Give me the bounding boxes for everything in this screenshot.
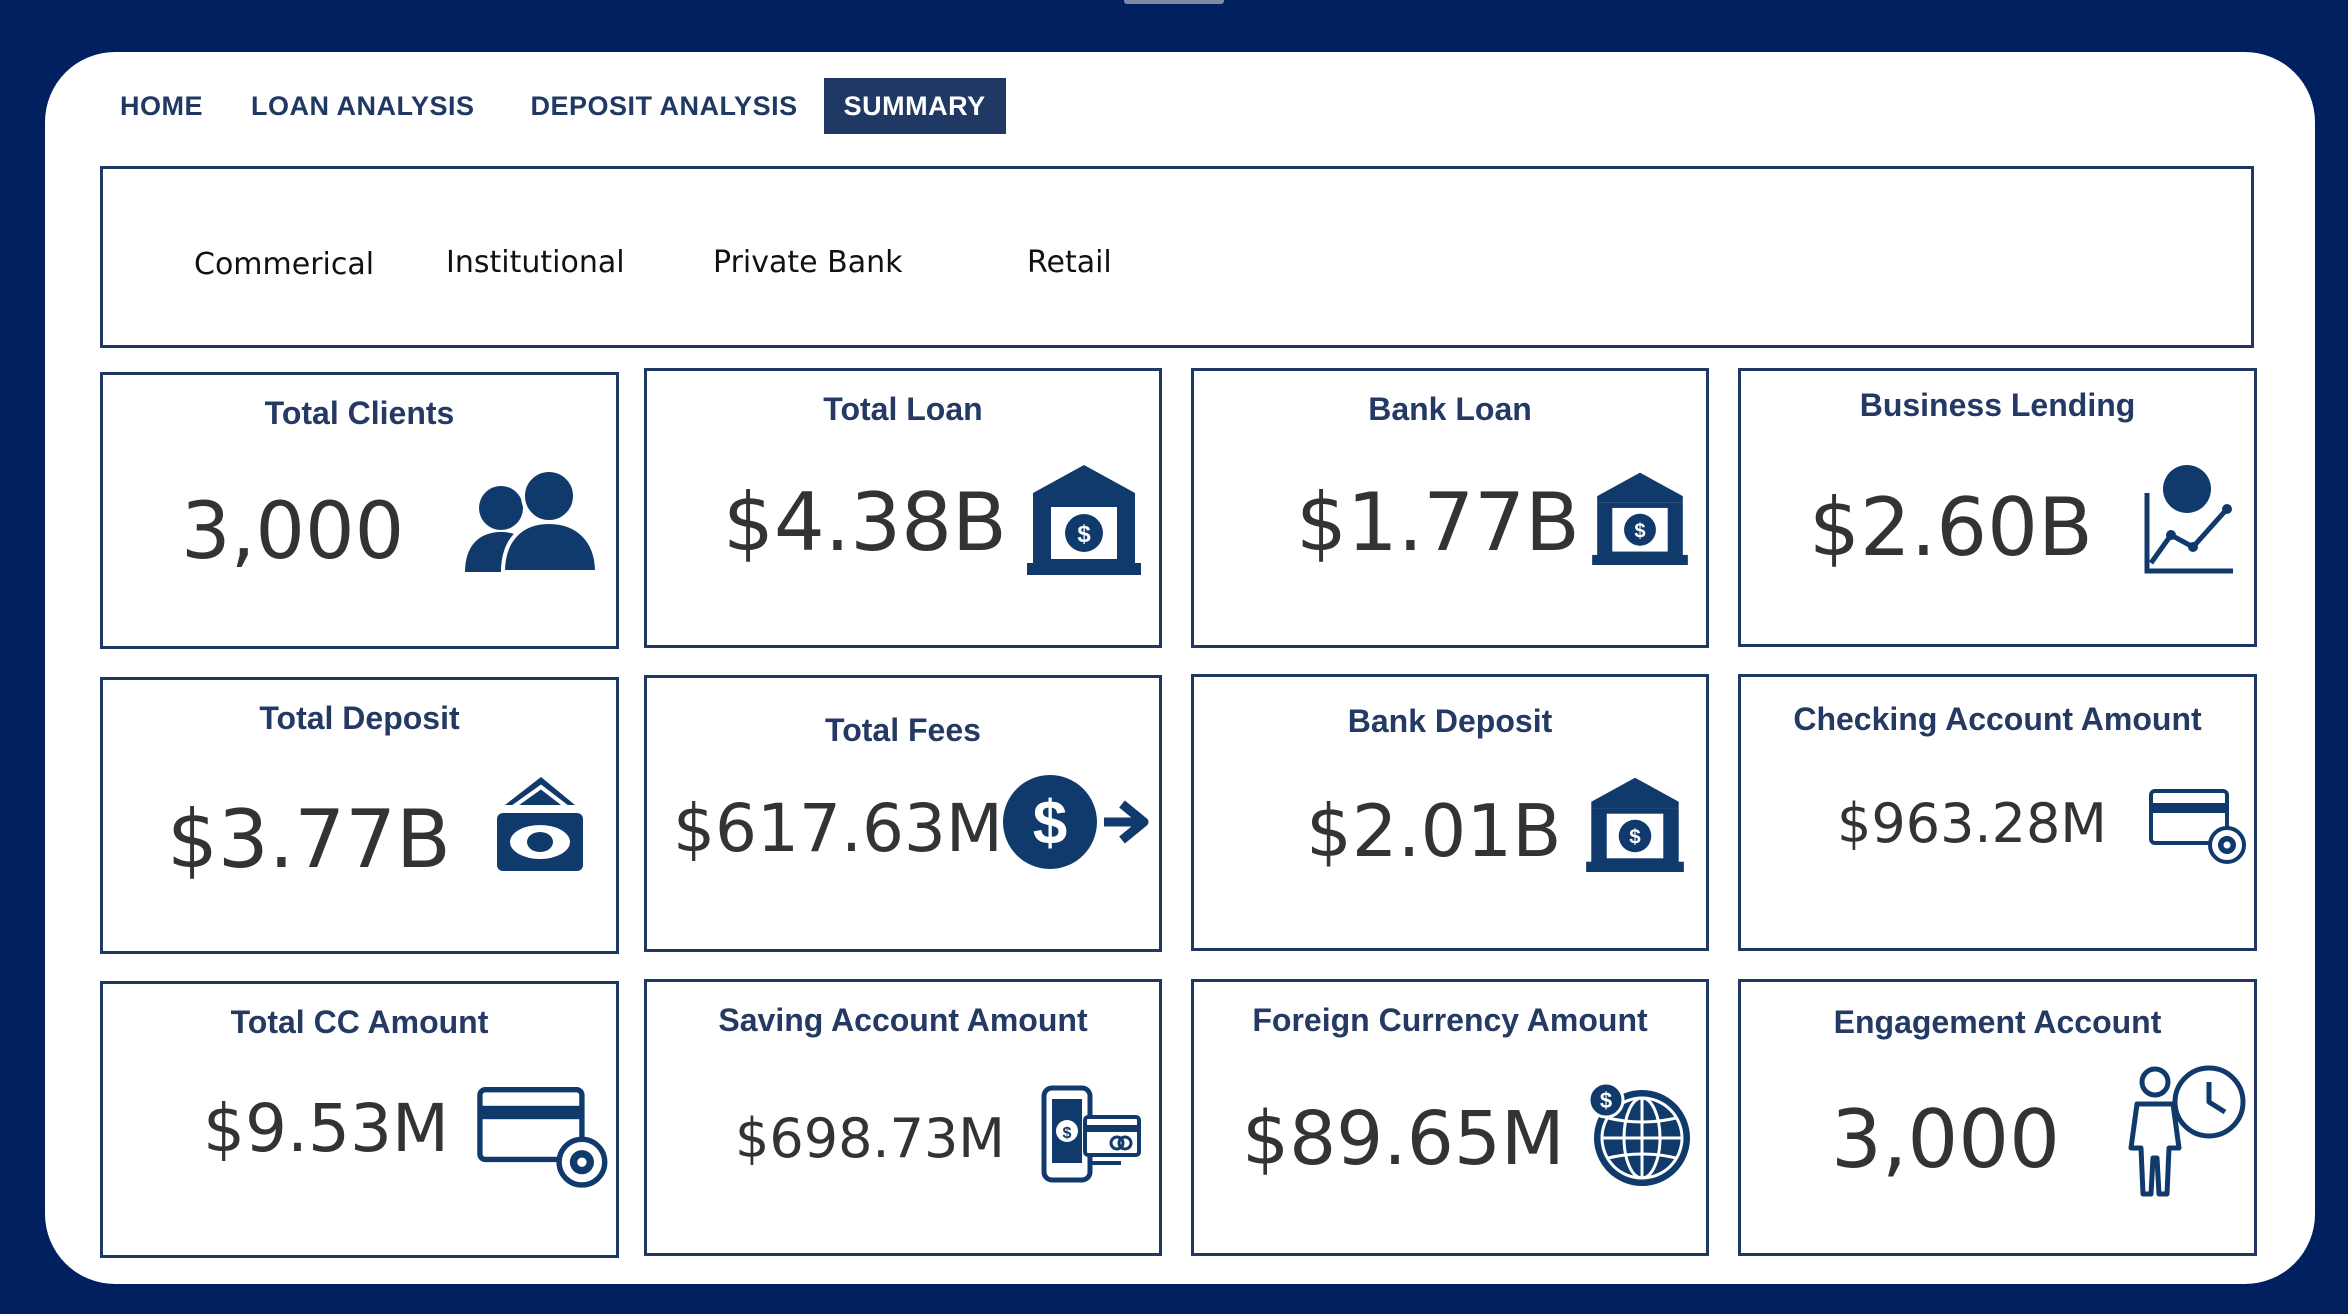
kpi-title: Bank Deposit bbox=[1347, 703, 1553, 739]
kpi-title: Total Deposit bbox=[259, 700, 460, 736]
kpi-title: Saving Account Amount bbox=[718, 1002, 1088, 1038]
kpi-card-total-clients: Total Clients 3,000 bbox=[100, 372, 619, 649]
cash-icon bbox=[495, 775, 585, 875]
kpi-value: $1.77B bbox=[1296, 476, 1580, 569]
card-gear-icon bbox=[2149, 789, 2247, 865]
segment-filter-bar: Commerical Institutional Private Bank Re… bbox=[100, 166, 2254, 348]
person-clock-icon bbox=[2121, 1064, 2249, 1198]
filter-institutional[interactable]: Institutional bbox=[446, 245, 625, 280]
svg-text:$: $ bbox=[1077, 521, 1091, 548]
kpi-value: $3.77B bbox=[167, 793, 451, 886]
kpi-card-total-deposit: Total Deposit $3.77B bbox=[100, 677, 619, 954]
kpi-title: Total CC Amount bbox=[230, 1004, 489, 1040]
dollar-arrow-icon: $ bbox=[1002, 772, 1152, 872]
top-navigation: HOME LOAN ANALYSIS DEPOSIT ANALYSIS SUMM… bbox=[100, 78, 1006, 134]
filter-private-bank[interactable]: Private Bank bbox=[713, 245, 902, 280]
bank-icon: $ bbox=[1586, 776, 1684, 872]
filter-retail[interactable]: Retail bbox=[1027, 245, 1112, 280]
kpi-value: $89.65M bbox=[1242, 1096, 1565, 1182]
kpi-value: $2.01B bbox=[1306, 789, 1562, 873]
kpi-value: $4.38B bbox=[723, 476, 1007, 569]
users-icon bbox=[461, 466, 601, 576]
kpi-value: $963.28M bbox=[1837, 792, 2107, 855]
mobile-payment-icon: $ bbox=[1041, 1085, 1141, 1185]
kpi-value: $9.53M bbox=[203, 1090, 449, 1167]
kpi-title: Engagement Account bbox=[1833, 1004, 2162, 1040]
kpi-title: Total Clients bbox=[264, 395, 455, 431]
tab-home[interactable]: HOME bbox=[100, 78, 223, 134]
kpi-title: Total Loan bbox=[823, 391, 983, 427]
kpi-value: $698.73M bbox=[735, 1107, 1005, 1170]
kpi-card-total-cc-amount: Total CC Amount $9.53M bbox=[100, 981, 619, 1258]
window-top-handle bbox=[1124, 0, 1224, 4]
kpi-title: Checking Account Amount bbox=[1793, 701, 2202, 737]
kpi-value: $2.60B bbox=[1809, 481, 2093, 574]
svg-text:$: $ bbox=[1600, 1088, 1612, 1113]
bank-icon: $ bbox=[1592, 471, 1688, 565]
svg-text:$: $ bbox=[1634, 520, 1645, 542]
kpi-title: Total Fees bbox=[825, 712, 981, 748]
kpi-value: 3,000 bbox=[1831, 1093, 2061, 1186]
kpi-card-foreign-currency-amount: Foreign Currency Amount $89.65M $ bbox=[1191, 979, 1709, 1256]
tab-deposit-analysis[interactable]: DEPOSIT ANALYSIS bbox=[511, 78, 818, 134]
card-gear-icon bbox=[475, 1087, 611, 1189]
tab-summary[interactable]: SUMMARY bbox=[823, 78, 1006, 134]
bank-icon: $ bbox=[1027, 463, 1141, 575]
kpi-card-engagement-account: Engagement Account 3,000 bbox=[1738, 979, 2257, 1256]
kpi-card-total-loan: Total Loan $4.38B $ bbox=[644, 368, 1162, 648]
svg-text:$: $ bbox=[1629, 826, 1641, 849]
kpi-title: Business Lending bbox=[1859, 387, 2136, 423]
filter-commercial[interactable]: Commerical bbox=[194, 247, 374, 282]
kpi-card-bank-loan: Bank Loan $1.77B $ bbox=[1191, 368, 1709, 648]
kpi-value: 3,000 bbox=[181, 487, 405, 577]
kpi-card-business-lending: Business Lending $2.60B bbox=[1738, 368, 2257, 647]
kpi-title: Foreign Currency Amount bbox=[1252, 1002, 1648, 1038]
growth-chart-icon bbox=[2141, 463, 2237, 579]
kpi-card-saving-account-amount: Saving Account Amount $698.73M $ bbox=[644, 979, 1162, 1256]
tab-loan-analysis[interactable]: LOAN ANALYSIS bbox=[231, 78, 495, 134]
kpi-value: $617.63M bbox=[673, 790, 1003, 867]
svg-text:$: $ bbox=[1033, 789, 1067, 858]
kpi-card-checking-account-amount: Checking Account Amount $963.28M bbox=[1738, 674, 2257, 951]
kpi-card-bank-deposit: Bank Deposit $2.01B $ bbox=[1191, 674, 1709, 951]
kpi-title: Bank Loan bbox=[1368, 391, 1532, 427]
kpi-card-total-fees: Total Fees $617.63M $ bbox=[644, 675, 1162, 952]
globe-dollar-icon: $ bbox=[1586, 1080, 1696, 1190]
svg-text:$: $ bbox=[1063, 1125, 1072, 1142]
